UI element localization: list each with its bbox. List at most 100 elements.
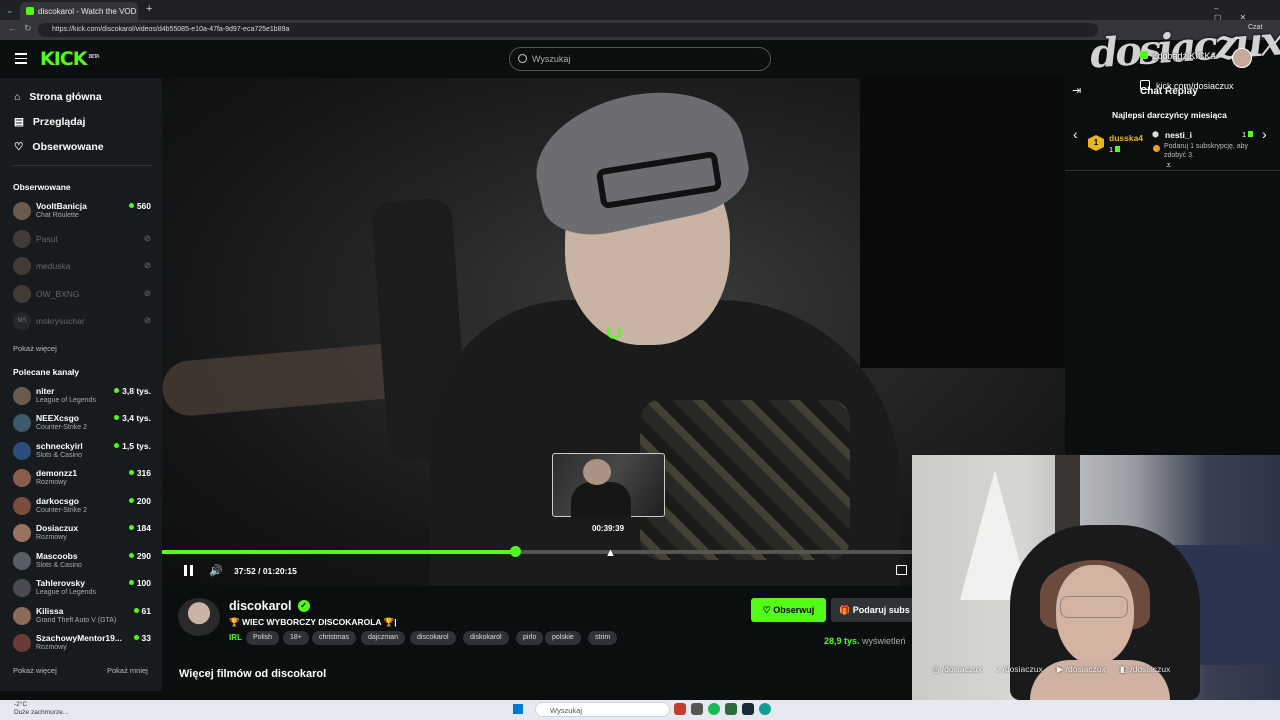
app-icon[interactable] [691,703,703,715]
recommended-channel[interactable]: niter League of Legends 3,8 tys. [13,385,153,411]
tag[interactable]: strim [588,631,618,645]
tiktok-handle: ♪ /dosiaczux [995,664,1043,674]
overlay-socials: ◎ /dosiaczux ♪ /dosiaczux ▶ /dosiaczux ◧… [912,660,1280,678]
follow-button[interactable]: ♡ Obserwuj [751,598,826,622]
time-display: 37:52 / 01:20:15 [234,566,297,576]
browser-tab-active[interactable]: discokarol - Watch the VOD o ✕ [20,2,138,20]
weather-widget[interactable]: -2°C Duże zachmurze... [14,701,68,717]
menu-icon[interactable] [15,53,27,64]
mouse-cursor-icon: ▲ [605,547,616,559]
recommended-channel[interactable]: SzachowyMentor19... Rozmowy 33 [13,632,153,658]
avatar [13,552,31,570]
gift-sub-button[interactable]: 🎁 Podaruj subs [831,598,912,622]
browser-tab-strip [0,0,1280,20]
video-frame-window [860,78,1065,368]
tag[interactable]: pirlo [516,631,544,645]
overlay-avatar [1232,48,1252,68]
donor-count: 1 [1242,130,1254,139]
seek-preview-thumbnail [552,453,665,517]
instagram-handle: ◎ /dosiaczux [932,663,982,674]
chevron-left-icon[interactable]: ‹ [1073,126,1078,142]
heart-icon: ♡ [14,141,24,153]
app-icon[interactable] [725,703,737,715]
donor-count: 1 [1109,145,1121,154]
avatar [13,442,31,460]
tag[interactable]: polskie [545,631,581,645]
followed-channel-offline[interactable]: OW_BXNG ⊘ [13,283,153,309]
sidebar-divider [13,165,153,166]
chevron-right-icon[interactable]: › [1262,126,1267,142]
home-icon: ⌂ [14,91,21,103]
streamer-avatar[interactable] [178,598,220,636]
tag[interactable]: diskokarol [463,631,509,645]
video-frame-camo-patch [640,400,850,560]
stream-title: 🏆 WIEC WYBORCZY DISCOKAROLA 🏆| [229,617,397,627]
sidebar-item-following[interactable]: ♡ Obserwowane [14,141,104,153]
streamer-name[interactable]: discokarol ✓ [229,599,310,613]
recommended-channel[interactable]: Kilissa Grand Theft Auto V (GTA) 61 [13,605,153,631]
steam-icon[interactable] [742,703,754,715]
search-icon [518,54,527,63]
chat-divider [1065,170,1280,171]
address-bar-input[interactable]: https://kick.com/discokarol/videos/d4b55… [38,23,1098,37]
offline-icon: ⊘ [143,233,151,243]
windows-start-icon[interactable] [513,704,523,714]
recommended-channel[interactable]: schneckyirl Slots & Casino 1,5 tys. [13,440,153,466]
show-more-recommended[interactable]: Pokaż więcej [13,666,57,675]
followed-channel-offline[interactable]: meduska ⊘ [13,255,153,281]
kick-icon [1140,51,1148,59]
avatar [13,634,31,652]
reload-icon[interactable]: ↻ [24,23,32,34]
category-link[interactable]: IRL [229,633,242,642]
donor-name[interactable]: nesti_i [1165,130,1192,140]
show-less-recommended[interactable]: Pokaż mniej [107,666,148,675]
tab-list-icon[interactable]: ⌄ [6,5,14,16]
show-more-followed[interactable]: Pokaż więcej [13,344,57,353]
beta-badge: BETA [88,53,99,60]
recommended-channel[interactable]: darkocsgo Counter-Strike 2 200 [13,495,153,521]
avatar [13,497,31,515]
sub-gem-icon [1115,146,1121,152]
followed-channel[interactable]: VooltBanicja Chat Roulette 560 [13,200,153,226]
collapse-chat-icon[interactable]: ⇥ [1072,84,1081,97]
sub-gem-icon [1248,131,1254,137]
kick-square-icon [1140,80,1150,90]
picture-in-picture-icon[interactable] [896,565,907,575]
recommended-channel[interactable]: Dosiaczux Rozmowy 184 [13,522,153,548]
recommended-channel[interactable]: Mascoobs Slots & Casino 290 [13,550,153,576]
taskbar-search[interactable]: Wyszukaj [535,702,670,717]
loading-spinner-icon [607,325,621,339]
avatar [13,257,31,275]
followed-channel-offline[interactable]: MS mokrysuchar ⊘ [13,310,153,336]
gift-sub-cta: Podaruj 1 subskrypcję, aby zdobyć 3. [1164,143,1249,159]
pause-icon[interactable] [183,565,194,576]
gift-icon: 🎁 [839,605,853,615]
avatar [13,230,31,248]
tag[interactable]: discokarol [410,631,456,645]
tag[interactable]: christmas [312,631,356,645]
app-icon[interactable] [674,703,686,715]
spotify-icon[interactable] [708,703,720,715]
recommended-channel[interactable]: NEEXcsgo Counter-Strike 2 3,4 tys. [13,412,153,438]
edge-icon[interactable] [759,703,771,715]
progress-handle[interactable] [510,546,521,557]
new-tab-icon[interactable]: + [146,3,152,15]
followed-channel-offline[interactable]: Pasut ⊘ [13,228,153,254]
recommended-channel[interactable]: Tahlerovsky League of Legends 100 [13,577,153,603]
donor-name[interactable]: dusska4 [1109,133,1143,143]
search-input[interactable]: Wyszukaj [509,47,771,71]
offline-icon: ⊘ [143,288,151,298]
sidebar-item-home[interactable]: ⌂ Strona główna [14,91,102,103]
tag[interactable]: Polish [246,631,280,645]
back-icon[interactable]: ← [8,23,17,33]
top-donors-title: Najlepsi darczyńcy miesiąca [1112,110,1227,120]
volume-icon[interactable]: 🔊 [209,564,223,577]
recommended-channel[interactable]: demonzz1 Rozmowy 316 [13,467,153,493]
tag[interactable]: dajczman [361,631,405,645]
sidebar-item-browse[interactable]: ▤ Przeglądaj [14,116,85,128]
kick-logo[interactable]: KICK BETA [40,48,100,70]
donor-badge-icon: ⬢ [1152,130,1159,139]
avatar [13,469,31,487]
tag[interactable]: 18+ [283,631,309,645]
heart-icon: ♡ [762,605,774,615]
